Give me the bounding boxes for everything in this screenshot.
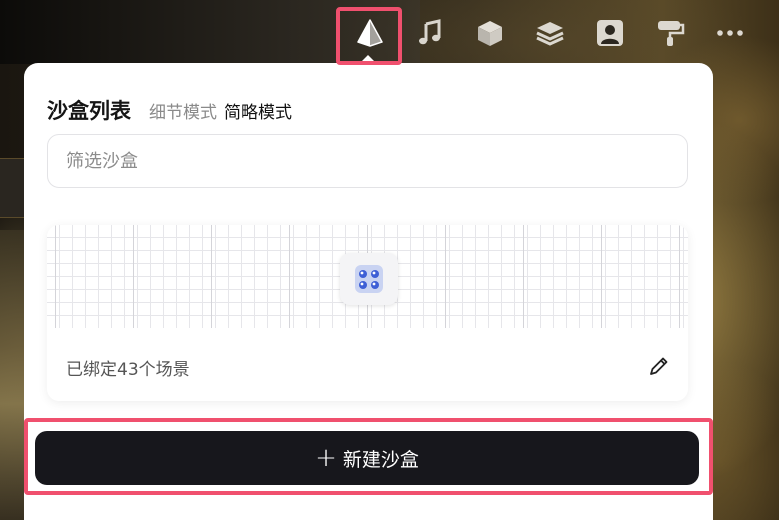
edit-button[interactable] [646,353,672,379]
background-artwork [0,230,24,520]
panel-caret [360,55,376,63]
music-button[interactable] [400,0,460,66]
more-dots-icon [717,30,743,36]
more-button[interactable] [700,0,760,66]
cube-icon [478,21,502,46]
filter-sandbox-input[interactable] [47,134,688,188]
paint-roller-icon [658,21,685,46]
pencil-icon [650,357,668,375]
create-sandbox-label: 新建沙盒 [342,448,419,471]
pyramid-icon [357,19,383,47]
layers-icon [536,22,564,46]
layers-button[interactable] [520,0,580,66]
create-sandbox-button[interactable]: + 新建沙盒 [35,431,699,485]
user-button[interactable] [580,0,640,66]
sandbox-panel: 沙盒列表 细节模式 简略模式 已绑定43个场景 [24,63,713,520]
sandbox-icon [340,253,398,305]
music-note-icon [419,19,441,45]
cube-button[interactable] [460,0,520,66]
plus-icon: + [315,443,337,473]
brief-mode-tab[interactable]: 简略模式 [224,98,292,123]
background-strip [0,158,24,218]
bound-scenes-count: 已绑定43个场景 [66,360,190,380]
panel-header: 沙盒列表 细节模式 简略模式 [47,95,299,125]
sandbox-card[interactable]: 已绑定43个场景 [47,225,688,401]
top-toolbar [340,0,760,66]
detail-mode-tab[interactable]: 细节模式 [149,98,217,123]
user-portrait-icon [597,20,623,46]
panel-title: 沙盒列表 [47,99,131,123]
paint-button[interactable] [640,0,700,66]
